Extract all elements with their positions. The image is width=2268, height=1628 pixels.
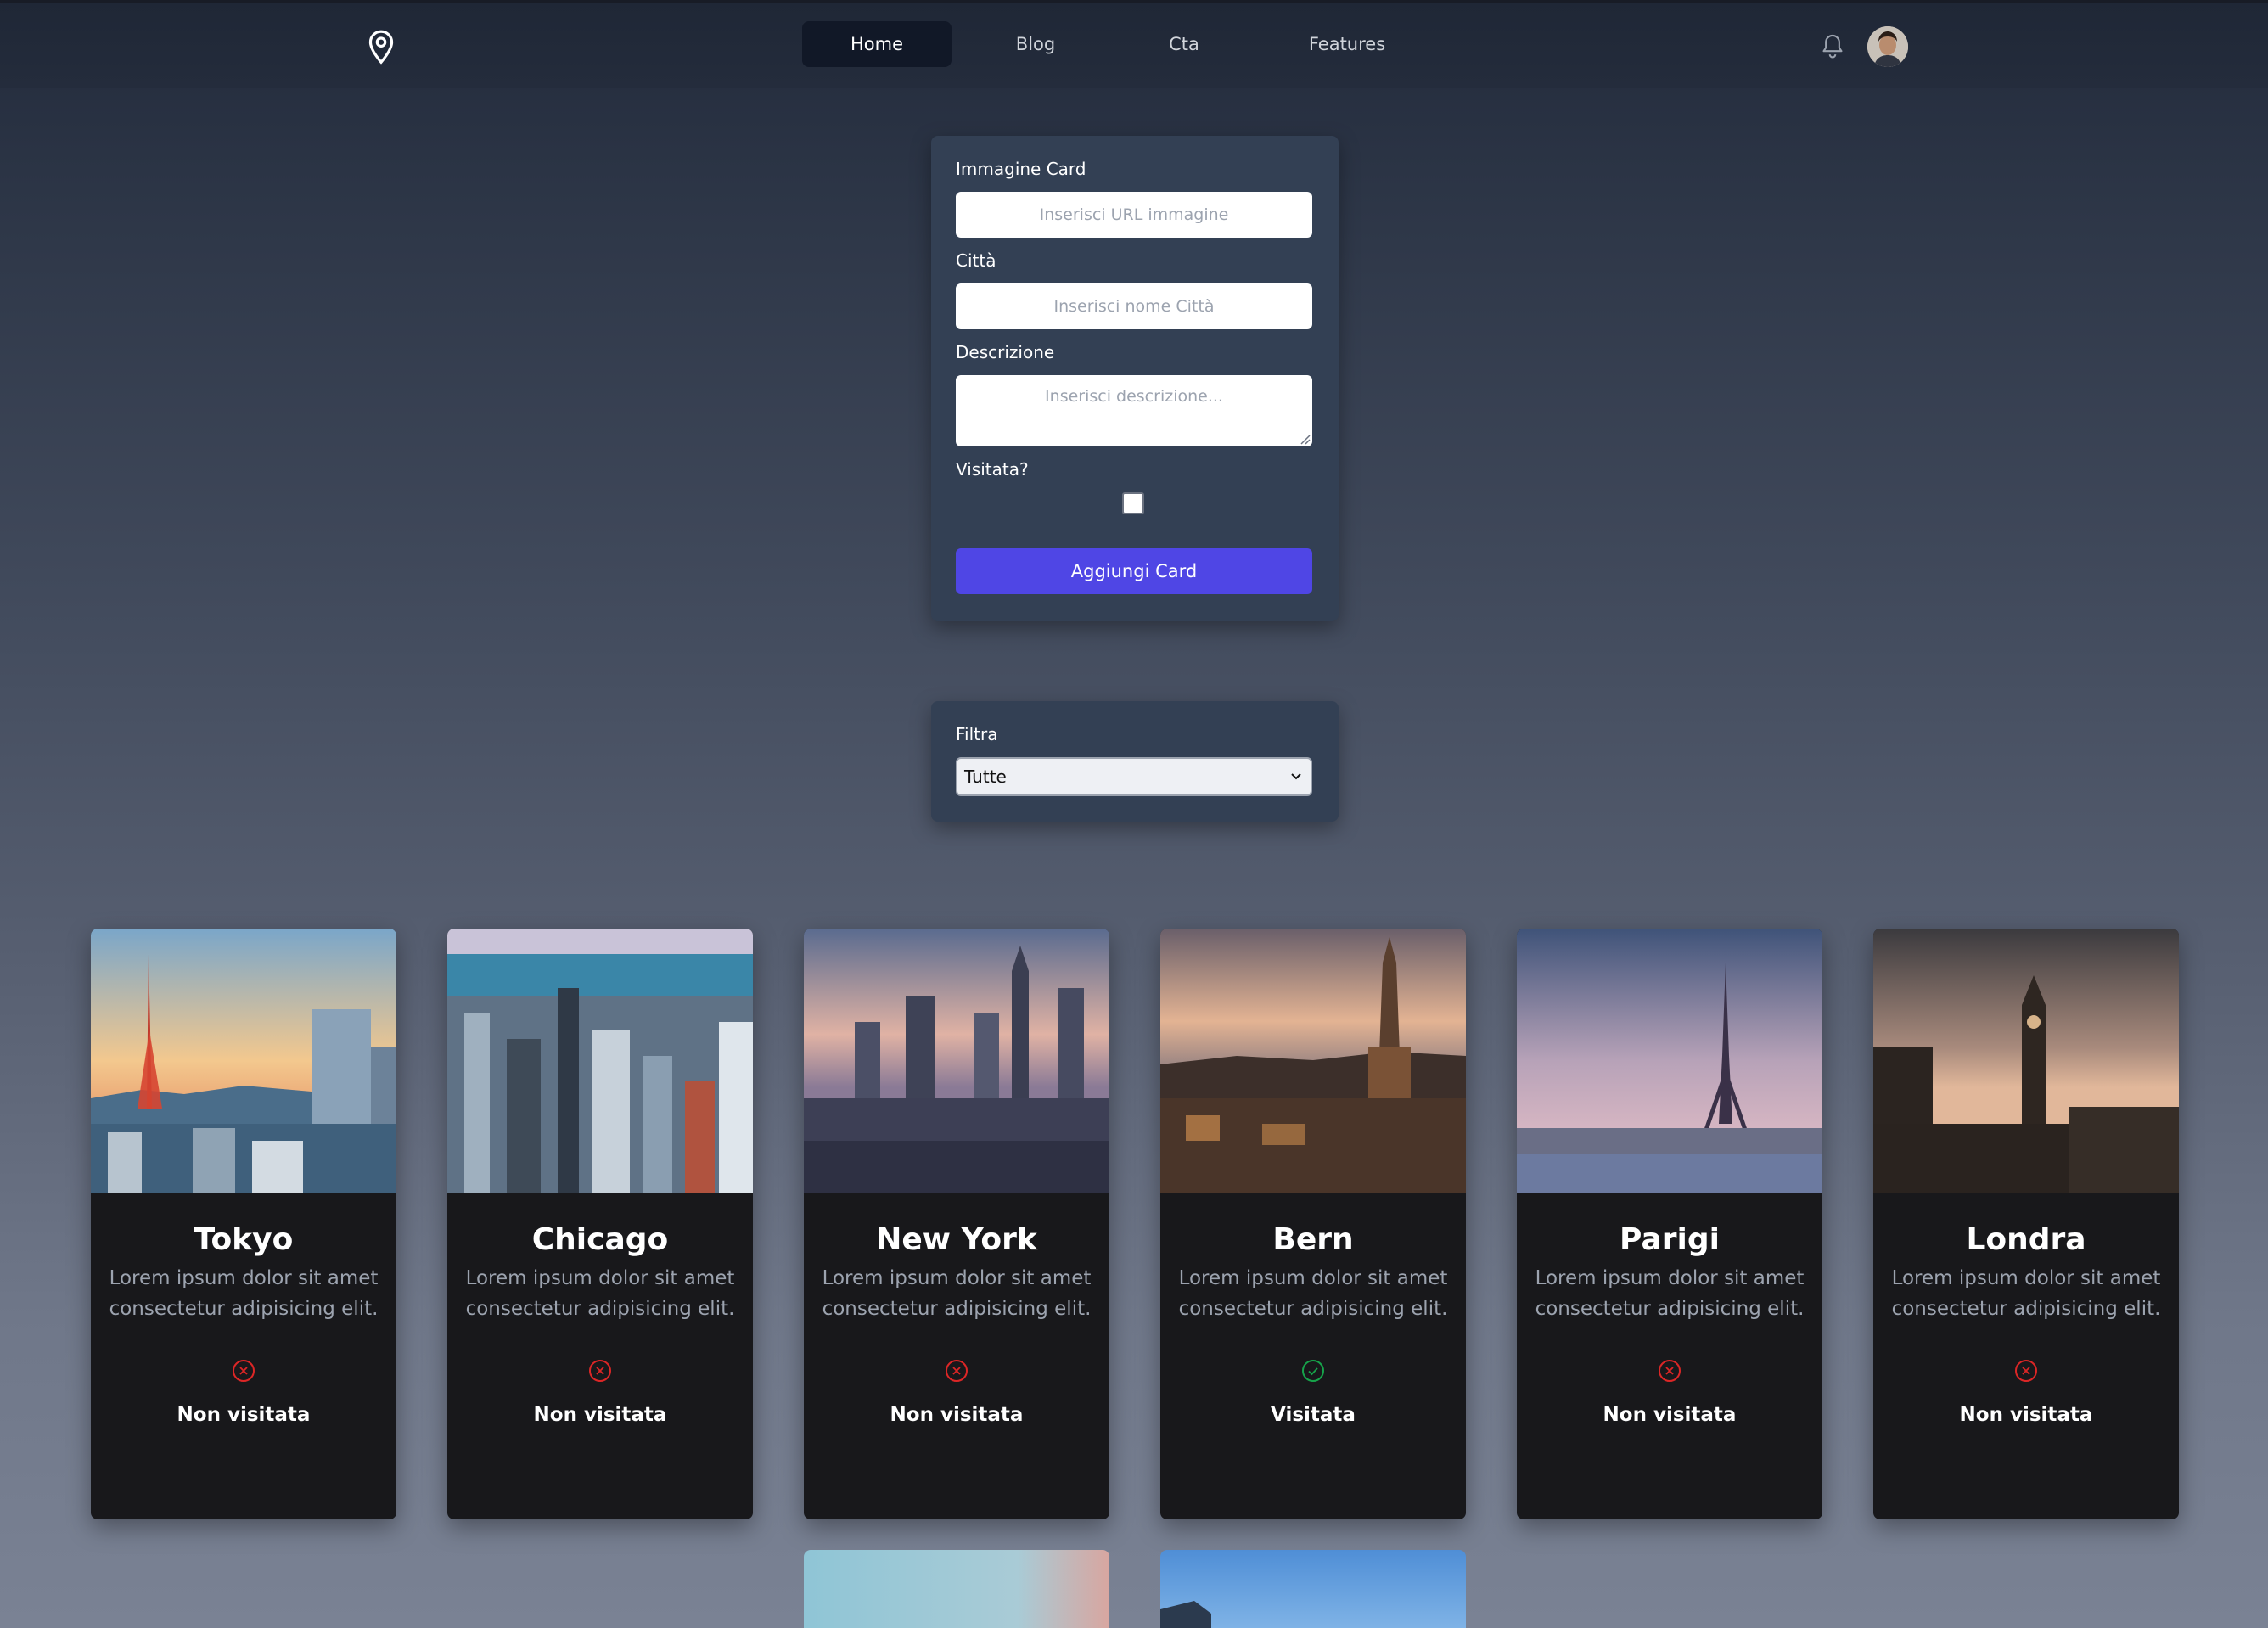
card-title: Parigi	[1620, 1222, 1720, 1257]
add-card-form: Immagine Card Inserisci URL immagine Cit…	[931, 136, 1339, 621]
filter-select[interactable]: Tutte	[956, 757, 1312, 796]
visited-checkbox[interactable]	[1122, 492, 1144, 514]
card-description: Lorem ipsum dolor sit amet consectetur a…	[1535, 1267, 1805, 1320]
card-title: Tokyo	[194, 1222, 294, 1257]
card-description: Lorem ipsum dolor sit amet consectetur a…	[1891, 1267, 2161, 1320]
description-placeholder: Inserisci descrizione...	[1045, 387, 1223, 406]
city-image	[804, 1550, 1109, 1628]
x-circle-icon	[946, 1360, 968, 1382]
x-circle-icon	[2015, 1360, 2037, 1382]
check-circle-icon	[1302, 1360, 1324, 1382]
city-card: Bern Lorem ipsum dolor sit amet consecte…	[1160, 929, 1466, 1519]
nav-blog[interactable]: Blog	[985, 21, 1086, 67]
city-card: Chicago Lorem ipsum dolor sit amet conse…	[447, 929, 753, 1519]
city-card: Parigi Lorem ipsum dolor sit amet consec…	[1517, 929, 1822, 1519]
city-image	[1873, 929, 2179, 1193]
description-textarea[interactable]: Inserisci descrizione...	[956, 375, 1312, 446]
city-image	[1160, 1550, 1466, 1628]
card-description: Lorem ipsum dolor sit amet consectetur a…	[109, 1267, 379, 1320]
card-status: Non visitata	[533, 1404, 667, 1426]
nav-cta[interactable]: Cta	[1133, 21, 1235, 67]
image-label: Immagine Card	[956, 159, 1086, 179]
city-image	[1517, 929, 1822, 1193]
city-card-partial	[1160, 1550, 1466, 1628]
x-circle-icon	[233, 1360, 255, 1382]
city-image	[804, 929, 1109, 1193]
card-description: Lorem ipsum dolor sit amet consectetur a…	[465, 1267, 735, 1320]
image-url-input[interactable]: Inserisci URL immagine	[956, 192, 1312, 238]
city-image	[91, 929, 396, 1193]
navbar: Home Blog Cta Features	[0, 3, 2268, 88]
city-label: Città	[956, 250, 996, 271]
x-circle-icon	[1659, 1360, 1681, 1382]
visited-label: Visitata?	[956, 459, 1029, 480]
filter-selected-value: Tutte	[964, 766, 1007, 787]
card-title: Londra	[1966, 1222, 2086, 1257]
resize-handle-icon[interactable]	[1297, 431, 1311, 445]
card-status: Non visitata	[177, 1404, 311, 1426]
card-status: Non visitata	[890, 1404, 1024, 1426]
city-image	[447, 929, 753, 1193]
bell-icon[interactable]	[1819, 32, 1846, 61]
card-title: New York	[876, 1222, 1037, 1257]
description-label: Descrizione	[956, 342, 1055, 362]
card-description: Lorem ipsum dolor sit amet consectetur a…	[822, 1267, 1092, 1320]
card-status: Non visitata	[1959, 1404, 2093, 1426]
card-title: Bern	[1272, 1222, 1354, 1257]
city-input[interactable]: Inserisci nome Città	[956, 283, 1312, 329]
card-title: Chicago	[531, 1222, 669, 1257]
card-description: Lorem ipsum dolor sit amet consectetur a…	[1178, 1267, 1448, 1320]
add-card-button[interactable]: Aggiungi Card	[956, 548, 1312, 594]
card-status: Non visitata	[1603, 1404, 1737, 1426]
filter-label: Filtra	[956, 724, 998, 744]
city-card: New York Lorem ipsum dolor sit amet cons…	[804, 929, 1109, 1519]
card-status: Visitata	[1271, 1404, 1356, 1426]
x-circle-icon	[589, 1360, 611, 1382]
filter-panel: Filtra Tutte	[931, 701, 1339, 822]
city-card: Tokyo Lorem ipsum dolor sit amet consect…	[91, 929, 396, 1519]
map-pin-icon[interactable]	[365, 29, 397, 66]
user-avatar-image	[1867, 26, 1908, 67]
city-card-partial	[804, 1550, 1109, 1628]
city-card: Londra Lorem ipsum dolor sit amet consec…	[1873, 929, 2179, 1519]
city-image	[1160, 929, 1466, 1193]
nav-features[interactable]: Features	[1288, 21, 1406, 67]
nav-home[interactable]: Home	[802, 21, 952, 67]
chevron-down-icon	[1291, 773, 1301, 780]
avatar[interactable]	[1867, 26, 1908, 67]
